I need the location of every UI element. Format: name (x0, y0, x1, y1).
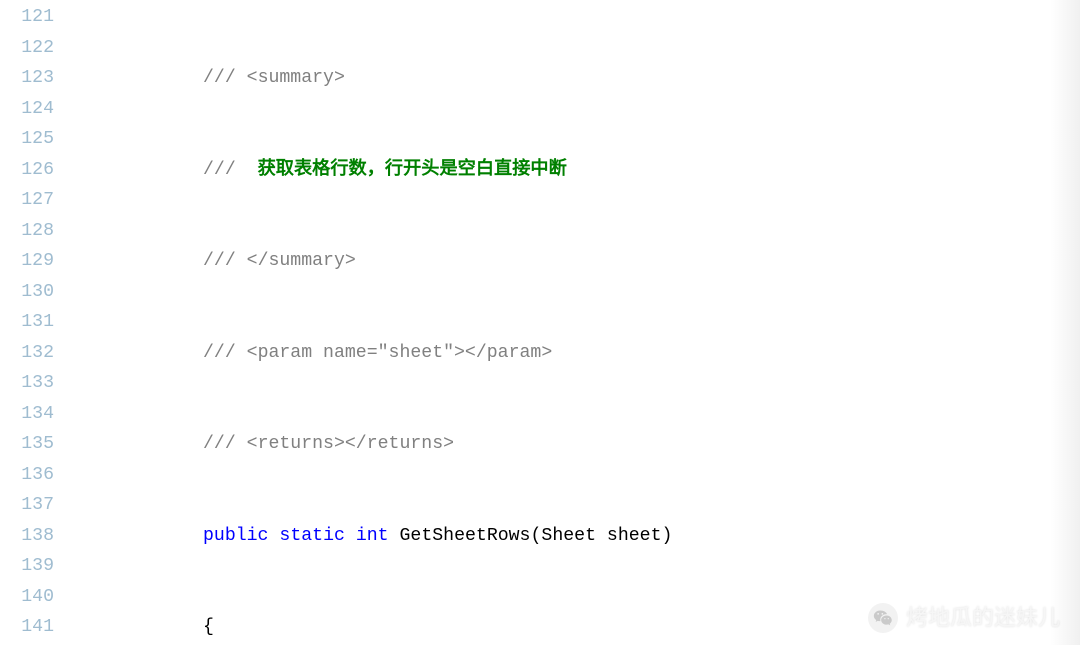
line-number: 140 (0, 582, 54, 613)
code-line-124[interactable]: /// <param name="sheet"></param> (72, 338, 1080, 369)
line-number: 141 (0, 612, 54, 643)
line-number: 127 (0, 185, 54, 216)
line-number: 134 (0, 399, 54, 430)
code-line-125[interactable]: /// <returns></returns> (72, 429, 1080, 460)
line-number: 129 (0, 246, 54, 277)
code-area[interactable]: /// <summary> /// 获取表格行数，行开头是空白直接中断 /// … (72, 2, 1080, 645)
line-number: 125 (0, 124, 54, 155)
line-number: 128 (0, 216, 54, 247)
code-line-122[interactable]: /// 获取表格行数，行开头是空白直接中断 (72, 155, 1080, 186)
line-number: 130 (0, 277, 54, 308)
line-number: 126 (0, 155, 54, 186)
line-number: 133 (0, 368, 54, 399)
line-number: 124 (0, 94, 54, 125)
code-line-121[interactable]: /// <summary> (72, 63, 1080, 94)
line-number: 135 (0, 429, 54, 460)
code-line-126[interactable]: public static int GetSheetRows(Sheet she… (72, 521, 1080, 552)
line-number: 137 (0, 490, 54, 521)
line-number: 122 (0, 33, 54, 64)
code-line-127[interactable]: { (72, 612, 1080, 643)
line-number-gutter: 121 122 123 124 125 126 127 128 129 130 … (0, 2, 72, 645)
line-number: 121 (0, 2, 54, 33)
line-number: 123 (0, 63, 54, 94)
line-number: 132 (0, 338, 54, 369)
line-number: 138 (0, 521, 54, 552)
line-number: 131 (0, 307, 54, 338)
line-number: 139 (0, 551, 54, 582)
code-editor[interactable]: 121 122 123 124 125 126 127 128 129 130 … (0, 0, 1080, 645)
line-number: 136 (0, 460, 54, 491)
code-line-123[interactable]: /// </summary> (72, 246, 1080, 277)
